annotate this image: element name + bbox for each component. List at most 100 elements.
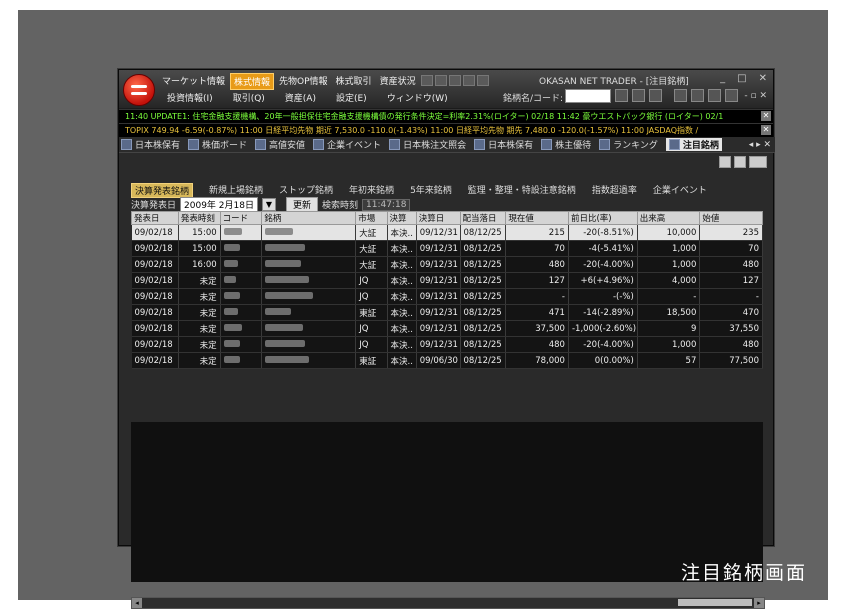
menu-stock-info[interactable]: 株式情報 <box>230 73 275 90</box>
code-cell <box>220 256 263 273</box>
tab-high-low[interactable]: 高値安値 <box>255 138 305 151</box>
column-header[interactable]: 銘柄 <box>261 211 357 225</box>
menu-invest-info[interactable]: 投資情報(I) <box>167 91 213 104</box>
chevron-down-icon[interactable]: ▼ <box>261 198 276 211</box>
column-header[interactable]: 決算日 <box>415 211 461 225</box>
toolbar-icon[interactable] <box>691 89 704 102</box>
subtab-corp-events[interactable]: 企業イベント <box>653 183 707 198</box>
redacted-text <box>265 243 306 251</box>
menu-market-info[interactable]: マーケット情報 <box>159 73 228 90</box>
volume-cell: 1,000 <box>637 336 701 353</box>
time-cell: 15:00 <box>178 240 221 257</box>
menu-stub-icon[interactable] <box>462 75 475 86</box>
close-icon[interactable]: ✕ <box>761 125 771 135</box>
menu-asset[interactable]: 資産(A) <box>285 91 316 104</box>
menu-window[interactable]: ウィンドウ(W) <box>387 91 448 104</box>
table-row[interactable]: 09/02/18 未定 JQ 本決.. 09/12/31 08/12/25 480 -20(-… <box>131 336 763 353</box>
scroll-thumb[interactable] <box>678 599 752 606</box>
scroll-right-icon[interactable]: ▸ <box>754 598 764 608</box>
column-header[interactable]: コード <box>219 211 263 225</box>
open-cell: 37,550 <box>699 320 763 337</box>
time-cell: 未定 <box>178 336 221 353</box>
table-row[interactable]: 09/02/18 未定 東証 本決.. 09/12/31 08/12/25 471 -14(-… <box>131 304 763 321</box>
tab-scroll-arrows-icon[interactable]: ◂ ▸ ✕ <box>749 140 775 150</box>
menu-settings[interactable]: 設定(E) <box>336 91 367 104</box>
toolbar-icon[interactable] <box>615 89 628 102</box>
toolbar-icon[interactable] <box>632 89 645 102</box>
subtab-earnings[interactable]: 決算発表銘柄 <box>131 183 194 198</box>
subtab-supervision[interactable]: 監理・整理・特設注意銘柄 <box>468 183 576 198</box>
column-header[interactable]: 決算 <box>386 211 417 225</box>
tab-jp-holdings[interactable]: 日本株保有 <box>121 138 180 151</box>
list-view-icon[interactable] <box>734 156 746 168</box>
menu-stub-icon[interactable] <box>420 75 433 86</box>
price-cell: 215 <box>505 224 569 241</box>
subtab-stop[interactable]: ストップ銘柄 <box>279 183 333 198</box>
table-row[interactable]: 09/02/18 未定 JQ 本決.. 09/12/31 08/12/25 127 +6(+4… <box>131 272 763 289</box>
menu-stock-trade[interactable]: 株式取引 <box>333 73 375 90</box>
tab-shareholder-perks[interactable]: 株主優待 <box>541 138 591 151</box>
table-row[interactable]: 09/02/18 15:00 大証 本決.. 09/12/31 08/12/25 215 -2… <box>131 224 763 241</box>
table-header-row: 発表日 発表時刻 コード 銘柄 市場 決算 決算日 配当落日 現在値 前日比(率… <box>131 211 763 225</box>
menu-trade[interactable]: 取引(Q) <box>233 91 265 104</box>
maximize-icon[interactable]: □ <box>737 73 746 84</box>
column-header[interactable]: 配当落日 <box>459 211 507 225</box>
tab-ranking[interactable]: ランキング <box>599 138 658 151</box>
close-icon[interactable]: ✕ <box>759 73 767 84</box>
market-cell: 大証 <box>355 240 388 257</box>
update-button[interactable]: 更新 <box>285 197 318 212</box>
column-header[interactable]: 前日比(率) <box>567 211 638 225</box>
tab-corp-events[interactable]: 企業イベント <box>313 138 381 151</box>
column-header[interactable]: 現在値 <box>505 211 569 225</box>
subtab-index-excess[interactable]: 指数超過率 <box>592 183 637 198</box>
menu-stub-icon[interactable] <box>434 75 447 86</box>
child-window-controls[interactable]: - ▫ ✕ <box>744 91 767 101</box>
column-header[interactable]: 出来高 <box>636 211 701 225</box>
kdate-cell: 09/12/31 <box>416 288 461 305</box>
toolbar-icon[interactable] <box>674 89 687 102</box>
column-header[interactable]: 発表日 <box>131 211 179 225</box>
tab-price-board[interactable]: 株価ボード <box>188 138 247 151</box>
tab-icon <box>255 139 267 150</box>
toolbar-icon[interactable] <box>708 89 721 102</box>
table-row[interactable]: 09/02/18 未定 JQ 本決.. 09/12/31 08/12/25 37,500 -1… <box>131 320 763 337</box>
table-row[interactable]: 09/02/18 15:00 大証 本決.. 09/12/31 08/12/25 70 -4(… <box>131 240 763 257</box>
screen-caption: 注目銘柄画面 <box>680 562 807 584</box>
scroll-left-icon[interactable]: ◂ <box>132 598 142 608</box>
tab-jp-holdings-2[interactable]: 日本株保有 <box>474 138 533 151</box>
subtab-5yr[interactable]: 5年来銘柄 <box>410 183 452 198</box>
minimize-icon[interactable]: _ <box>720 73 725 84</box>
tab-icon <box>121 139 132 150</box>
redacted-text <box>223 339 240 347</box>
tab-label: 日本株保有 <box>488 141 534 151</box>
horizontal-scrollbar[interactable]: ◂ ▸ <box>131 597 765 609</box>
menu-assets[interactable]: 資産状況 <box>377 73 419 90</box>
table-row[interactable]: 09/02/18 未定 東証 本決.. 09/06/30 08/12/25 78,000 0(… <box>131 352 763 369</box>
name-cell <box>261 256 357 273</box>
menu-stub-icon[interactable] <box>448 75 461 86</box>
column-header[interactable]: 市場 <box>355 211 388 225</box>
grid-view-icon[interactable] <box>719 156 731 168</box>
open-cell: 470 <box>699 304 763 321</box>
tab-featured-stocks[interactable]: 注目銘柄 <box>665 138 722 151</box>
column-header[interactable]: 始値 <box>699 211 763 225</box>
subtab-new-listing[interactable]: 新規上場銘柄 <box>209 183 263 198</box>
menu-stub-icon[interactable] <box>476 75 489 86</box>
toolbar-icon[interactable] <box>649 89 662 102</box>
date-field[interactable]: 2009年 2月18日 <box>180 197 258 212</box>
close-icon[interactable]: ✕ <box>761 111 771 121</box>
tab-label: 高値安値 <box>269 141 306 151</box>
date-cell: 09/02/18 <box>131 336 179 353</box>
tab-order-inquiry[interactable]: 日本株注文照会 <box>389 138 466 151</box>
market-cell: JQ <box>355 320 388 337</box>
table-row[interactable]: 09/02/18 16:00 大証 本決.. 09/12/31 08/12/25 480 -2… <box>131 256 763 273</box>
toolbar-icon[interactable] <box>725 89 738 102</box>
code-cell <box>220 224 263 241</box>
name-cell <box>261 288 357 305</box>
menu-futures-info[interactable]: 先物OP情報 <box>276 73 331 90</box>
code-input[interactable] <box>565 89 611 103</box>
subtab-ytd[interactable]: 年初来銘柄 <box>349 183 394 198</box>
column-header[interactable]: 発表時刻 <box>177 211 221 225</box>
layout-select-icon[interactable] <box>749 156 767 168</box>
table-row[interactable]: 09/02/18 未定 JQ 本決.. 09/12/31 08/12/25- -(-%) - - <box>131 288 763 305</box>
